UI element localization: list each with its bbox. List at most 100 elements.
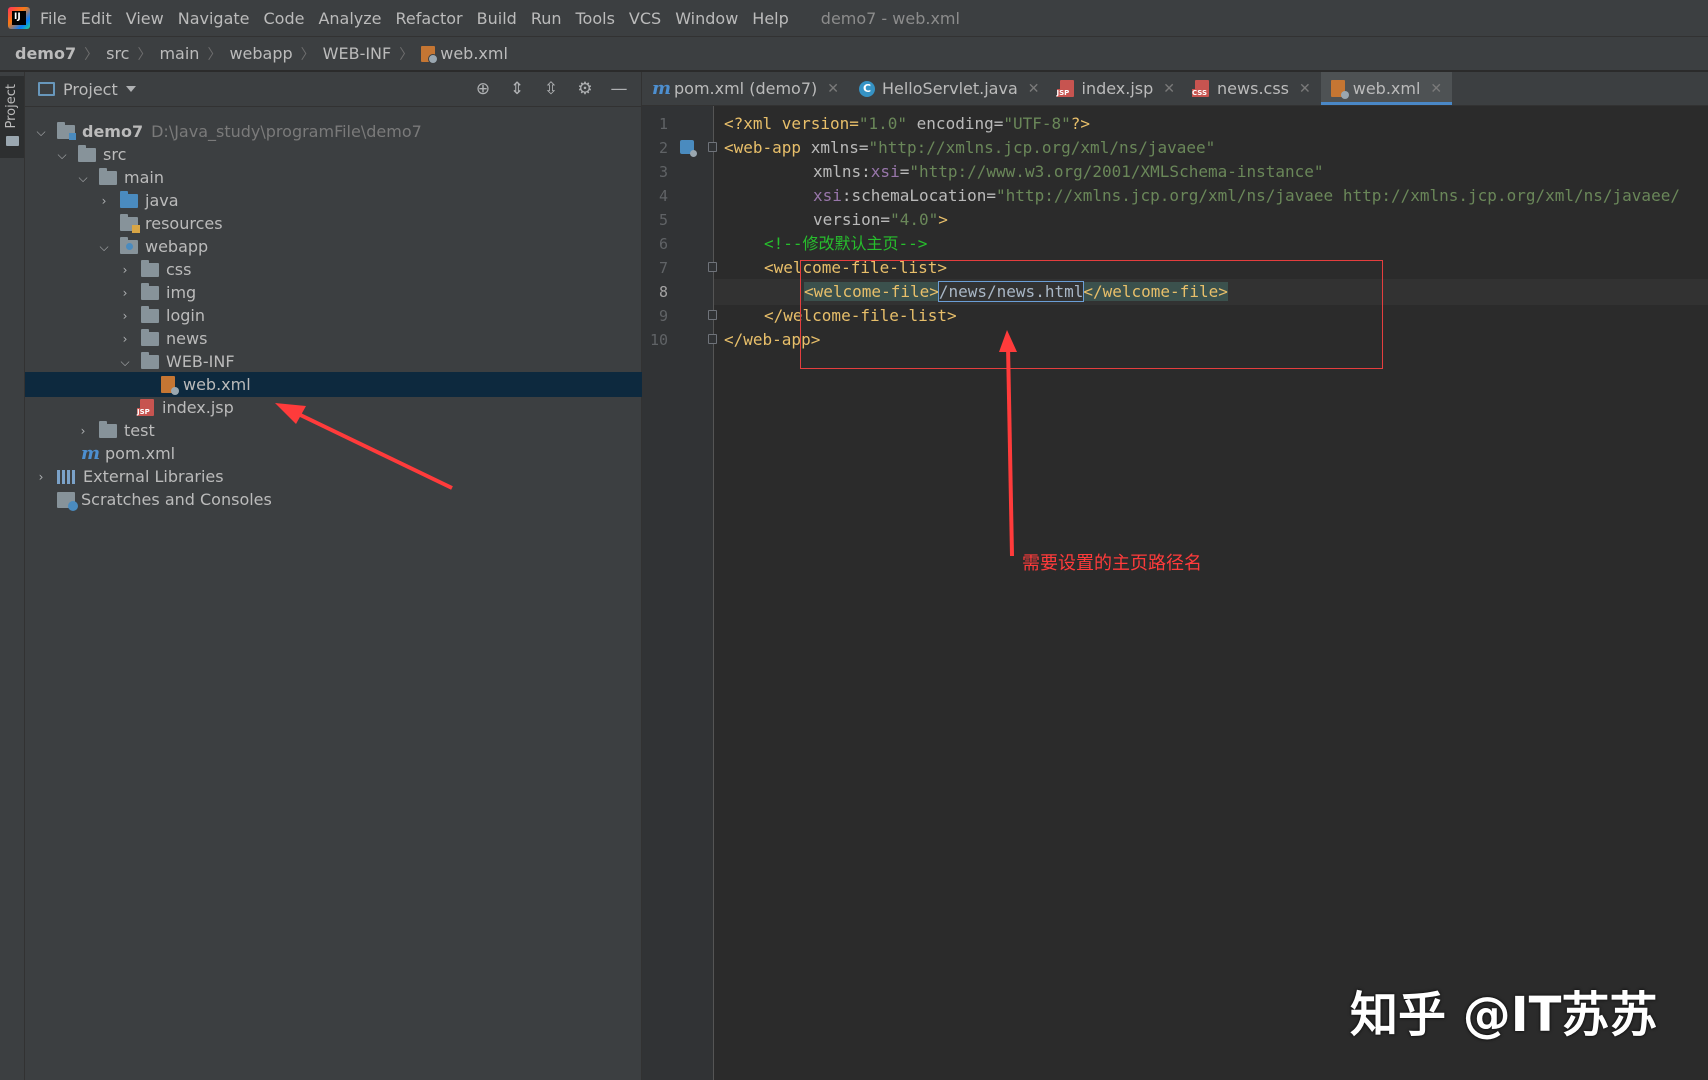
locate-target-icon[interactable]: ⊕ bbox=[473, 79, 493, 99]
jsp-file-icon bbox=[137, 399, 154, 416]
tree-item-web-inf[interactable]: ⌵ WEB-INF bbox=[25, 349, 736, 374]
menu-help[interactable]: Help bbox=[752, 9, 788, 28]
tree-item-java[interactable]: › java bbox=[25, 188, 715, 213]
tree-item-webapp[interactable]: ⌵ webapp bbox=[25, 234, 715, 259]
chevron-right-icon: 〉 bbox=[137, 46, 152, 63]
tag-end: > bbox=[938, 210, 948, 229]
caret-down-icon[interactable] bbox=[125, 86, 136, 92]
tab-index-jsp[interactable]: index.jsp ✕ bbox=[1050, 72, 1186, 105]
tab-helloservlet-java[interactable]: C HelloServlet.java ✕ bbox=[849, 72, 1050, 105]
hide-panel-icon[interactable]: — bbox=[609, 79, 629, 99]
menu-file[interactable]: File bbox=[40, 9, 67, 28]
tab-label: HelloServlet.java bbox=[881, 79, 1018, 98]
folder-icon bbox=[141, 351, 159, 369]
close-icon[interactable]: ✕ bbox=[1430, 81, 1442, 97]
tree-item-label: main bbox=[124, 168, 164, 187]
menu-navigate[interactable]: Navigate bbox=[178, 9, 250, 28]
project-tool-window-button[interactable]: Project bbox=[0, 76, 24, 158]
menu-code[interactable]: Code bbox=[264, 9, 305, 28]
line-number: 9 bbox=[658, 307, 668, 325]
equals: = bbox=[899, 162, 910, 181]
xml-comment: <!--修改默认主页--> bbox=[764, 234, 928, 253]
attr-value: "http://www.w3.org/2001/XMLSchema-instan… bbox=[909, 162, 1324, 181]
window-title: demo7 - web.xml bbox=[820, 8, 960, 28]
chevron-down-icon[interactable]: ⌵ bbox=[98, 241, 110, 253]
attr-value: "4.0" bbox=[890, 210, 939, 229]
close-icon[interactable]: ✕ bbox=[1299, 81, 1311, 97]
tree-item-demo7[interactable]: ⌵ demo7 D:\Java_study\programFile\demo7 bbox=[25, 119, 652, 144]
crumb-main[interactable]: main bbox=[159, 44, 199, 63]
crumb-src[interactable]: src bbox=[106, 44, 129, 63]
project-panel-title[interactable]: Project bbox=[63, 80, 118, 99]
menu-refactor[interactable]: Refactor bbox=[396, 9, 463, 28]
editor-area: m pom.xml (demo7) ✕ C HelloServlet.java … bbox=[642, 72, 1708, 1080]
folder-icon bbox=[99, 167, 117, 185]
collapse-all-icon[interactable]: ⇳ bbox=[541, 79, 561, 99]
crumb-webapp[interactable]: webapp bbox=[229, 44, 292, 63]
tree-item-news[interactable]: › news bbox=[25, 326, 736, 351]
library-icon bbox=[57, 469, 75, 484]
chevron-right-icon[interactable]: › bbox=[77, 425, 89, 437]
project-stripe-label: Project bbox=[4, 84, 19, 129]
folder-icon bbox=[6, 136, 19, 146]
tree-item-main[interactable]: ⌵ main bbox=[25, 165, 694, 190]
web-descriptor-icon[interactable] bbox=[680, 140, 697, 157]
line-number: 2 bbox=[658, 139, 668, 157]
close-icon[interactable]: ✕ bbox=[1028, 81, 1040, 97]
chevron-right-icon[interactable]: › bbox=[98, 195, 110, 207]
chevron-right-icon[interactable]: › bbox=[119, 310, 131, 322]
line-number: 7 bbox=[658, 259, 668, 277]
chevron-right-icon: 〉 bbox=[399, 46, 414, 63]
gear-icon[interactable]: ⚙ bbox=[575, 79, 595, 99]
chevron-down-icon[interactable]: ⌵ bbox=[56, 149, 68, 161]
menu-analyze[interactable]: Analyze bbox=[318, 9, 381, 28]
chevron-right-icon[interactable]: › bbox=[119, 287, 131, 299]
xml-decl-end: ?> bbox=[1070, 114, 1091, 133]
tree-item-label: WEB-INF bbox=[166, 352, 235, 371]
crumb-web-xml[interactable]: web.xml bbox=[440, 44, 508, 63]
tree-item-login[interactable]: › login bbox=[25, 303, 736, 328]
chevron-down-icon[interactable]: ⌵ bbox=[119, 356, 131, 368]
menu-run[interactable]: Run bbox=[531, 9, 562, 28]
breadcrumb: demo7 〉 src 〉 main 〉 webapp 〉 WEB-INF 〉 … bbox=[0, 36, 1708, 71]
watermark: 知乎 @IT苏苏 bbox=[1350, 987, 1658, 1043]
menu-window[interactable]: Window bbox=[675, 9, 738, 28]
menu-tools[interactable]: Tools bbox=[576, 9, 615, 28]
attr-name: version= bbox=[813, 210, 891, 229]
folder-icon bbox=[141, 259, 159, 277]
menu-build[interactable]: Build bbox=[477, 9, 517, 28]
tab-web-xml[interactable]: web.xml ✕ bbox=[1320, 72, 1453, 105]
tree-item-scratches[interactable]: Scratches and Consoles bbox=[25, 487, 674, 512]
expand-all-icon[interactable]: ⇕ bbox=[507, 79, 527, 99]
project-panel: Project ⊕ ⇕ ⇳ ⚙ — ⌵ demo7 D:\Java_study\… bbox=[25, 72, 778, 1080]
tab-pom-xml[interactable]: m pom.xml (demo7) ✕ bbox=[642, 72, 849, 105]
jsp-file-icon bbox=[1056, 80, 1074, 97]
chevron-down-icon[interactable]: ⌵ bbox=[77, 172, 89, 184]
chevron-right-icon[interactable]: › bbox=[119, 264, 131, 276]
menu-vcs[interactable]: VCS bbox=[629, 9, 661, 28]
tree-item-external-libraries[interactable]: › External Libraries bbox=[25, 464, 652, 489]
close-icon[interactable]: ✕ bbox=[1163, 81, 1175, 97]
tree-item-resources[interactable]: › resources bbox=[25, 211, 715, 236]
menu-edit[interactable]: Edit bbox=[81, 9, 112, 28]
chevron-right-icon[interactable]: › bbox=[35, 471, 47, 483]
crumb-demo7[interactable]: demo7 bbox=[15, 44, 76, 63]
tree-item-img[interactable]: › img bbox=[25, 280, 736, 305]
chevron-right-icon[interactable]: › bbox=[119, 333, 131, 345]
crumb-web-inf[interactable]: WEB-INF bbox=[323, 44, 392, 63]
attr-value: "UTF-8" bbox=[1003, 114, 1071, 133]
attr-name: xmlns= bbox=[801, 138, 869, 157]
chevron-right-icon: 〉 bbox=[300, 46, 315, 63]
tree-item-test[interactable]: › test bbox=[25, 418, 694, 443]
menu-view[interactable]: View bbox=[126, 9, 164, 28]
tree-item-label: webapp bbox=[145, 237, 209, 256]
tree-item-pom-xml[interactable]: m pom.xml bbox=[25, 441, 698, 466]
tab-news-css[interactable]: news.css ✕ bbox=[1185, 72, 1321, 105]
tree-item-label: External Libraries bbox=[83, 467, 224, 486]
tree-item-src[interactable]: ⌵ src bbox=[25, 142, 673, 167]
chevron-down-icon[interactable]: ⌵ bbox=[35, 126, 47, 138]
code-area[interactable]: <?xml version="1.0" encoding="UTF-8"?> <… bbox=[714, 106, 1708, 1080]
close-icon[interactable]: ✕ bbox=[827, 81, 839, 97]
tag-name: <web-app bbox=[724, 138, 802, 157]
tree-item-css[interactable]: › css bbox=[25, 257, 736, 282]
